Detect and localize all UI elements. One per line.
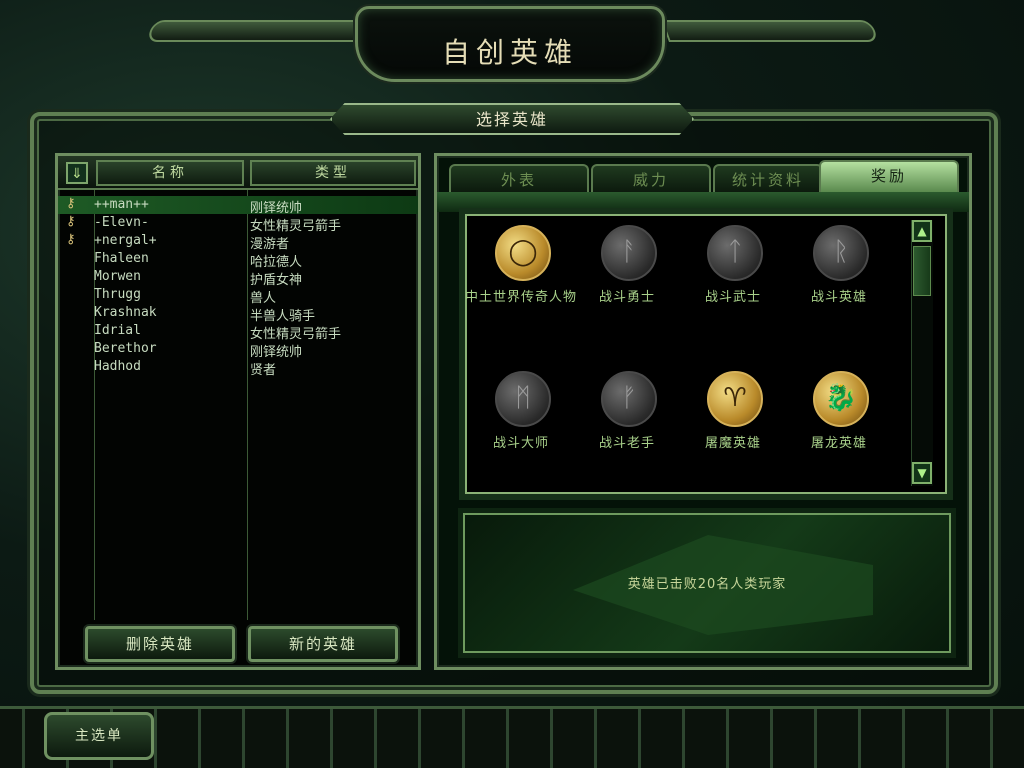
hero-row[interactable]: Morwen 护盾女神 bbox=[58, 268, 418, 288]
hero-list: ⚷ ++man++ 刚铎统帅 ⚷ -Elevn- 女性精灵弓箭手 ⚷ +nergal+ 漫游者 F… bbox=[58, 196, 418, 378]
hero-name: Morwen bbox=[94, 269, 141, 284]
hero-row[interactable]: Krashnak 半兽人骑手 bbox=[58, 304, 418, 324]
hero-type: 贤者 bbox=[250, 363, 277, 378]
reward-label: 战斗武士 bbox=[704, 290, 761, 305]
hero-row[interactable]: Hadhod 贤者 bbox=[58, 358, 418, 378]
main-menu-button[interactable]: 主选单 bbox=[44, 712, 154, 760]
reward-description-box: 英雄已击败20名人类玩家 bbox=[463, 513, 951, 653]
hero-row[interactable]: Berethor 刚铎统帅 bbox=[58, 340, 418, 360]
hero-row[interactable]: Idrial 女性精灵弓箭手 bbox=[58, 322, 418, 342]
subtitle-plate: 选择英雄 bbox=[330, 103, 694, 135]
title-plate: 自创英雄 bbox=[355, 6, 665, 82]
reward-label: 屠龙英雄 bbox=[810, 436, 867, 451]
key-icon: ⚷ bbox=[66, 214, 76, 229]
reward-item[interactable]: ᚱ 战斗英雄 bbox=[789, 220, 889, 330]
hero-row[interactable]: Thrugg 兽人 bbox=[58, 286, 418, 306]
column-header-name[interactable]: 名称 bbox=[96, 160, 244, 186]
title-ornament-right bbox=[660, 20, 880, 42]
rune-icon: ᛏ bbox=[707, 225, 763, 281]
hero-row[interactable]: ⚷ ++man++ 刚铎统帅 bbox=[58, 196, 418, 216]
reward-label: 战斗大师 bbox=[492, 436, 549, 451]
ring-icon: ◯ bbox=[495, 225, 551, 281]
scroll-thumb[interactable] bbox=[913, 246, 931, 296]
hero-name: -Elevn- bbox=[94, 215, 149, 230]
reward-label: 战斗勇士 bbox=[598, 290, 655, 305]
hero-name: Idrial bbox=[94, 323, 141, 338]
key-icon: ⚷ bbox=[66, 232, 76, 247]
hero-row[interactable]: ⚷ -Elevn- 女性精灵弓箭手 bbox=[58, 214, 418, 234]
hero-list-panel: ⇓ 名称 类型 ⚷ ++man++ 刚铎统帅 ⚷ -Elevn- 女性精灵弓箭手 ⚷ +ner… bbox=[55, 153, 421, 670]
rewards-scrollbar[interactable]: ▲ ▼ bbox=[911, 220, 933, 486]
balrog-icon: ♈ bbox=[707, 371, 763, 427]
hero-name: Fhaleen bbox=[94, 251, 149, 266]
hero-name: Berethor bbox=[94, 341, 157, 356]
reward-item[interactable]: ᚠ 战斗老手 bbox=[577, 366, 677, 476]
sort-arrow-icon: ⇓ bbox=[71, 166, 83, 182]
reward-item[interactable]: 🐉 屠龙英雄 bbox=[789, 366, 889, 476]
scroll-up-button[interactable]: ▲ bbox=[912, 220, 932, 242]
reward-label: 战斗老手 bbox=[598, 436, 655, 451]
hero-detail-panel: 外表 威力 统计资料 奖励 ◯ 中土世界传奇人物 ᚨ 战斗勇士 ᛏ 战斗武士 ᚱ… bbox=[434, 153, 972, 670]
hero-name: Krashnak bbox=[94, 305, 157, 320]
sort-button[interactable]: ⇓ bbox=[66, 162, 88, 184]
key-icon: ⚷ bbox=[66, 196, 76, 211]
hero-name: Thrugg bbox=[94, 287, 141, 302]
hero-row[interactable]: Fhaleen 哈拉德人 bbox=[58, 250, 418, 270]
column-header-type[interactable]: 类型 bbox=[250, 160, 416, 186]
hero-row[interactable]: ⚷ +nergal+ 漫游者 bbox=[58, 232, 418, 252]
tab-appearance[interactable]: 外表 bbox=[449, 164, 589, 192]
dragon-icon: 🐉 bbox=[813, 371, 869, 427]
new-hero-button[interactable]: 新的英雄 bbox=[248, 626, 398, 662]
page-title: 自创英雄 bbox=[441, 36, 578, 69]
hero-list-header: ⇓ 名称 类型 bbox=[58, 156, 418, 190]
rewards-grid: ◯ 中土世界传奇人物 ᚨ 战斗勇士 ᛏ 战斗武士 ᚱ 战斗英雄 ᛗ 战斗大师 ᚠ… bbox=[465, 214, 947, 494]
reward-label: 中土世界传奇人物 bbox=[464, 290, 577, 305]
rune-icon: ᛗ bbox=[495, 371, 551, 427]
title-ornament-left bbox=[145, 20, 365, 42]
reward-item[interactable]: ᛏ 战斗武士 bbox=[683, 220, 783, 330]
rune-icon: ᚨ bbox=[601, 225, 657, 281]
delete-hero-button[interactable]: 删除英雄 bbox=[85, 626, 235, 662]
rune-icon: ᚱ bbox=[813, 225, 869, 281]
reward-item[interactable]: ◯ 中土世界传奇人物 bbox=[465, 220, 576, 330]
rune-icon: ᚠ bbox=[601, 371, 657, 427]
hero-name: ++man++ bbox=[94, 197, 149, 212]
reward-item[interactable]: ♈ 屠魔英雄 bbox=[683, 366, 783, 476]
tab-stats[interactable]: 统计资料 bbox=[713, 164, 823, 192]
tab-rewards[interactable]: 奖励 bbox=[819, 160, 959, 192]
tab-power[interactable]: 威力 bbox=[591, 164, 711, 192]
tab-strip bbox=[437, 192, 969, 212]
reward-item[interactable]: ᛗ 战斗大师 bbox=[471, 366, 571, 476]
reward-label: 战斗英雄 bbox=[810, 290, 867, 305]
reward-item[interactable]: ᚨ 战斗勇士 bbox=[577, 220, 677, 330]
hero-name: Hadhod bbox=[94, 359, 141, 374]
reward-label: 屠魔英雄 bbox=[704, 436, 761, 451]
reward-description: 英雄已击败20名人类玩家 bbox=[627, 577, 787, 592]
section-title: 选择英雄 bbox=[475, 110, 548, 129]
hero-name: +nergal+ bbox=[94, 233, 157, 248]
scroll-down-button[interactable]: ▼ bbox=[912, 462, 932, 484]
